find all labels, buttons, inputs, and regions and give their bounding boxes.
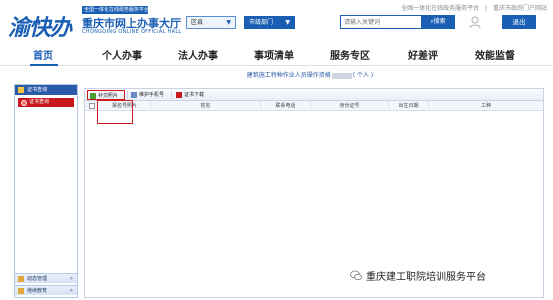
upload-photo-label: 补交照片 (98, 93, 119, 99)
table-header: 报名号照片 姓名 联系电话 身份证号 出生日期 工种 (85, 101, 543, 111)
redacted-name (331, 72, 352, 79)
sidebar-section-education[interactable]: 继续教育 » (15, 285, 77, 295)
site-subtitle: CHONGQING ONLINE OFFICIAL HALL (82, 29, 182, 35)
sidebar-header[interactable]: 证书查询 (15, 85, 77, 95)
department-select[interactable]: 市级部门 ▼ (244, 16, 295, 29)
nav-item-home[interactable]: 首页 (33, 47, 53, 62)
top-links: 全国一体化在线政务服务平台 | 重庆市政府门户网站 (397, 3, 547, 12)
toolbar: 补交照片 维护手机号 证书下载 (85, 89, 543, 101)
record-icon (21, 99, 27, 106)
download-icon (176, 92, 182, 98)
phone-icon (131, 92, 137, 98)
link-separator: | (485, 5, 488, 12)
folder-icon (18, 87, 24, 93)
logo-tagline: 全国一体化在线政务服务平台 (82, 6, 148, 14)
logout-button[interactable]: 退出 (502, 15, 536, 29)
download-certificate-button[interactable]: 证书下载 (174, 90, 212, 100)
column-header[interactable]: 工种 (429, 101, 543, 111)
page-title-suffix: ( 个人 ) (352, 72, 374, 79)
sidebar-item-label: 证书查询 (29, 99, 50, 105)
search-button-label: 搜索 (433, 18, 446, 25)
link-gov-portal[interactable]: 重庆市政府门户网站 (493, 5, 547, 12)
department-select-value: 市级部门 (249, 19, 274, 26)
watermark: 重庆建工职院培训服务平台 (350, 268, 486, 284)
column-header[interactable]: 身份证号 (311, 101, 389, 111)
nav-active-indicator (30, 64, 58, 66)
select-all-checkbox[interactable] (89, 103, 95, 109)
edit-phone-label: 维护手机号 (139, 92, 165, 98)
link-platform[interactable]: 全国一体化在线政务服务平台 (401, 5, 479, 12)
nav-item-service-zone[interactable]: 服务专区 (330, 47, 370, 62)
chevron-down-icon: ▼ (285, 19, 290, 26)
column-header[interactable]: 联系电话 (261, 101, 311, 111)
sidebar-section-label: 动态管理 (27, 276, 48, 282)
sidebar-header-label: 证书查询 (27, 87, 48, 93)
nav-item-supervision[interactable]: 效能监督 (475, 47, 515, 62)
nav-item-review[interactable]: 好差评 (408, 47, 438, 62)
column-header[interactable]: 出生日期 (389, 101, 429, 111)
user-icon[interactable] (468, 15, 482, 29)
page-title-text: 建筑施工特种作业人员操作资格 (246, 72, 331, 79)
upload-photo-button[interactable]: 补交照片 (87, 90, 125, 100)
sidebar-item-certificate-query[interactable]: 证书查询 (18, 98, 74, 107)
nav-item-corporate[interactable]: 法人办事 (178, 47, 218, 62)
chevron-down-icon: ▼ (226, 19, 231, 26)
watermark-text: 重庆建工职院培训服务平台 (366, 272, 486, 283)
chevron-down-icon: » (69, 287, 73, 294)
main-nav: 首页 个人办事 法人办事 事项清单 服务专区 好差评 效能监督 (0, 44, 553, 66)
download-certificate-label: 证书下载 (184, 92, 205, 98)
toolbar-divider (171, 91, 172, 99)
sidebar: 证书查询 证书查询 动态管理 » 继续教育 » (14, 84, 78, 298)
sidebar-section-label: 继续教育 (27, 288, 48, 294)
highlight-annotation (97, 100, 133, 124)
region-select[interactable]: 区县 ▼ (186, 16, 236, 29)
nav-item-service-list[interactable]: 事项清单 (254, 47, 294, 62)
sidebar-section-dynamic[interactable]: 动态管理 » (15, 273, 77, 283)
page: 全国一体化在线政务服务平台 | 重庆市政府门户网站 渝快办 全国一体化在线政务服… (0, 0, 553, 300)
records-panel: 补交照片 维护手机号 证书下载 报名号照片 姓名 联系电话 身份证号 出生日期 … (84, 88, 544, 298)
section-icon (18, 276, 24, 282)
edit-phone-button[interactable]: 维护手机号 (129, 90, 169, 100)
region-select-value: 区县 (191, 19, 204, 26)
page-title: 建筑施工特种作业人员操作资格 ( 个人 ) (160, 70, 460, 79)
search-input[interactable] (340, 15, 422, 29)
search-button[interactable]: ⌕搜索 (421, 15, 455, 29)
logo-script[interactable]: 渝快办 (8, 10, 72, 42)
image-icon (90, 93, 96, 99)
column-header[interactable]: 姓名 (151, 101, 261, 111)
wechat-icon (350, 270, 362, 281)
section-icon (18, 288, 24, 294)
chevron-down-icon: » (69, 275, 73, 282)
nav-item-personal[interactable]: 个人办事 (102, 47, 142, 62)
toolbar-divider (127, 91, 128, 99)
